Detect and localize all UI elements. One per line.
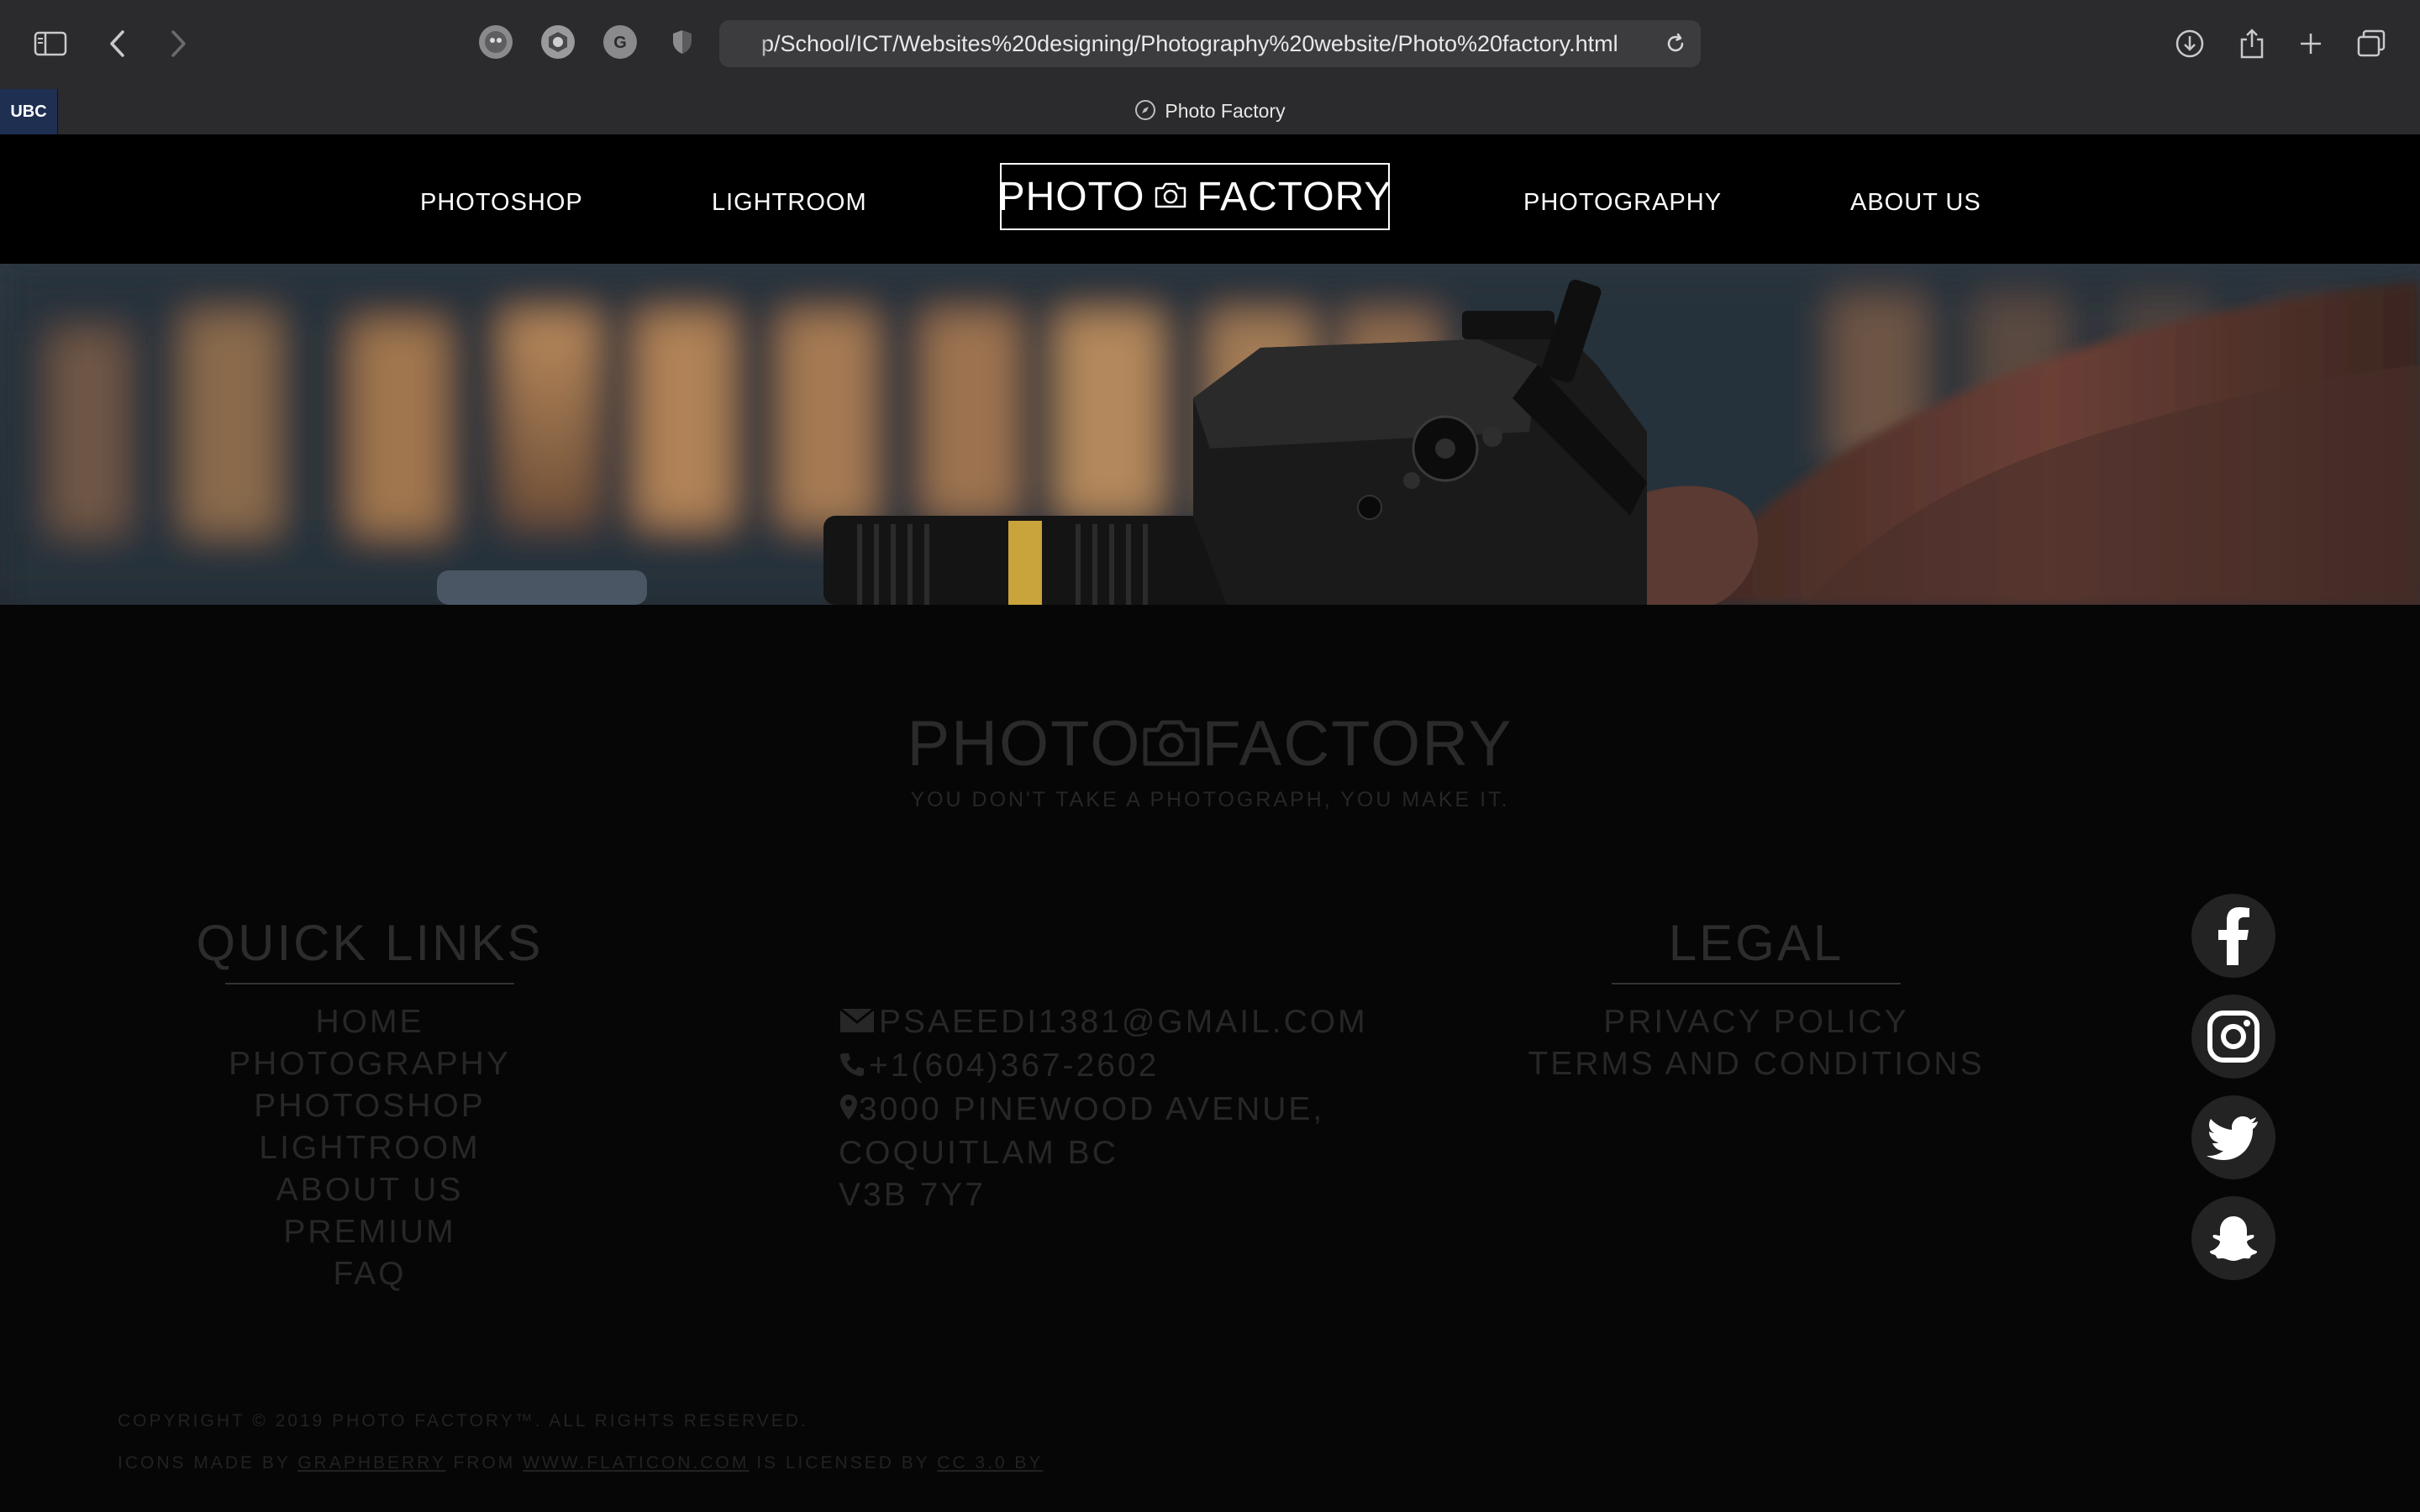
footer-tagline: YOU DON'T TAKE A PHOTOGRAPH, YOU MAKE IT… bbox=[910, 788, 1510, 811]
contact-address-line1: 3000 PINEWOOD AVENUE, bbox=[859, 1091, 1325, 1127]
footer-brand: PHOTO FACTORY bbox=[0, 707, 2420, 784]
quick-link-photoshop[interactable]: PHOTOSHOP bbox=[151, 1085, 588, 1127]
svg-text:G: G bbox=[613, 34, 627, 52]
reload-icon[interactable] bbox=[1662, 30, 1689, 57]
back-icon[interactable] bbox=[97, 24, 138, 64]
envelope-icon bbox=[839, 1003, 876, 1045]
tab-overview-icon[interactable] bbox=[2351, 24, 2391, 64]
sidebar-toggle-icon[interactable] bbox=[30, 24, 71, 64]
hero-camera-image bbox=[0, 264, 2420, 605]
browser-chrome: G p/School/ICT/Websites%20designing/Phot… bbox=[0, 0, 2420, 135]
legal-link-privacy-policy[interactable]: PRIVACY POLICY bbox=[1496, 1001, 2017, 1043]
quick-link-premium[interactable]: PREMIUM bbox=[151, 1211, 588, 1253]
compass-icon bbox=[1134, 99, 1156, 126]
facebook-icon[interactable] bbox=[2191, 894, 2275, 978]
legal-heading: LEGAL bbox=[1668, 915, 1844, 971]
contact-address-row: 3000 PINEWOOD AVENUE, bbox=[839, 1089, 1368, 1132]
site-logo[interactable]: PHOTO FACTORY bbox=[997, 163, 1392, 230]
nav-link-photoshop[interactable]: PHOTOSHOP bbox=[420, 134, 583, 264]
legal-links-list: PRIVACY POLICY TERMS AND CONDITIONS bbox=[1496, 1001, 2017, 1085]
footer-brand-left: PHOTO bbox=[907, 708, 1142, 780]
quick-link-home[interactable]: HOME bbox=[151, 1001, 588, 1043]
map-pin-icon bbox=[839, 1090, 859, 1132]
url-text[interactable]: p/School/ICT/Websites%20designing/Photog… bbox=[761, 20, 1618, 67]
quick-link-lightroom[interactable]: LIGHTROOM bbox=[151, 1127, 588, 1169]
footer-brand-right: FACTORY bbox=[1202, 708, 1513, 780]
twitter-icon[interactable] bbox=[2191, 1095, 2275, 1179]
camera-icon bbox=[1153, 174, 1188, 220]
contact-phone-row[interactable]: +1(604)367-2602 bbox=[839, 1045, 1368, 1089]
logo-text-right: FACTORY bbox=[1197, 174, 1392, 219]
phone-icon bbox=[839, 1047, 865, 1089]
contact-address-line2: COQUITLAM BC bbox=[839, 1135, 1118, 1171]
icon-credit: ICONS MADE BY GRAPHBERRY FROM WWW.FLATIC… bbox=[118, 1453, 1043, 1473]
address-bar[interactable]: p/School/ICT/Websites%20designing/Photog… bbox=[719, 20, 1701, 67]
quick-links-divider bbox=[225, 983, 514, 984]
forward-icon[interactable] bbox=[158, 24, 198, 64]
credit-site-link[interactable]: WWW.FLATICON.COM bbox=[523, 1453, 749, 1473]
nav-link-photography[interactable]: PHOTOGRAPHY bbox=[1523, 134, 1722, 264]
extension-shield-icon[interactable] bbox=[541, 25, 575, 59]
copyright-text: COPYRIGHT © 2019 PHOTO FACTORY™. ALL RIG… bbox=[118, 1411, 808, 1431]
logo-text-left: PHOTO bbox=[997, 174, 1145, 219]
credit-mid: FROM bbox=[445, 1453, 523, 1473]
contact-email-row[interactable]: PSAEEDI1381@GMAIL.COM bbox=[839, 1001, 1368, 1045]
active-tab[interactable]: Photo Factory bbox=[0, 99, 2420, 126]
nav-link-about-us[interactable]: ABOUT US bbox=[1850, 134, 1981, 264]
contact-phone: +1(604)367-2602 bbox=[869, 1047, 1160, 1084]
instagram-icon[interactable] bbox=[2191, 995, 2275, 1079]
quick-link-photography[interactable]: PHOTOGRAPHY bbox=[151, 1043, 588, 1085]
quick-link-faq[interactable]: FAQ bbox=[151, 1253, 588, 1295]
url-fade bbox=[736, 20, 770, 67]
contact-email: PSAEEDI1381@GMAIL.COM bbox=[879, 1004, 1368, 1040]
credit-license-link[interactable]: CC 3.0 BY bbox=[937, 1453, 1043, 1473]
contact-info: PSAEEDI1381@GMAIL.COM +1(604)367-2602 30… bbox=[839, 1001, 1368, 1216]
extension-privacy-icon[interactable] bbox=[666, 25, 699, 59]
credit-author-link[interactable]: GRAPHBERRY bbox=[297, 1453, 445, 1473]
quick-links-heading: QUICK LINKS bbox=[196, 915, 544, 971]
tab-title: Photo Factory bbox=[1165, 100, 1286, 123]
camera-icon bbox=[1141, 711, 1202, 784]
quick-links-list: HOME PHOTOGRAPHY PHOTOSHOP LIGHTROOM ABO… bbox=[151, 1001, 588, 1295]
new-tab-icon[interactable] bbox=[2291, 24, 2331, 64]
share-icon[interactable] bbox=[2232, 24, 2272, 64]
downloads-icon[interactable] bbox=[2170, 24, 2210, 64]
snapchat-icon[interactable] bbox=[2191, 1196, 2275, 1280]
nav-link-lightroom[interactable]: LIGHTROOM bbox=[712, 134, 867, 264]
site-nav: PHOTOSHOP LIGHTROOM PHOTO FACTORY PHOTOG… bbox=[0, 134, 2420, 264]
credit-mid2: IS LICENSED BY bbox=[749, 1453, 938, 1473]
extension-grammarly-icon[interactable]: G bbox=[603, 25, 637, 59]
contact-address-line3: V3B 7Y7 bbox=[839, 1177, 986, 1213]
quick-link-about-us[interactable]: ABOUT US bbox=[151, 1169, 588, 1211]
legal-link-terms[interactable]: TERMS AND CONDITIONS bbox=[1496, 1043, 2017, 1085]
credit-prefix: ICONS MADE BY bbox=[118, 1453, 298, 1473]
legal-divider bbox=[1612, 983, 1901, 984]
extension-owl-icon[interactable] bbox=[479, 25, 513, 59]
